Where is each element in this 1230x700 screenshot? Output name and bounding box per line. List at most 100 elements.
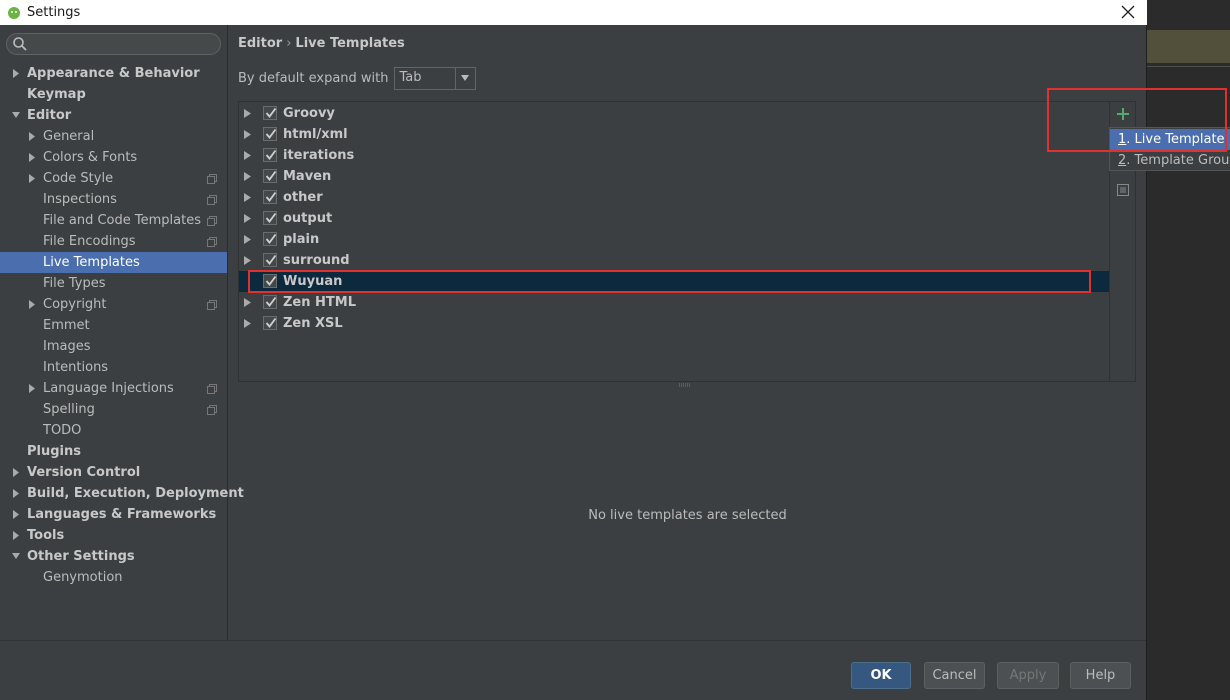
sidebar-item[interactable]: Inspections [0, 189, 227, 210]
sidebar-item[interactable]: TODO [0, 420, 227, 441]
template-group-checkbox[interactable] [263, 316, 277, 330]
template-group-checkbox[interactable] [263, 106, 277, 120]
expand-with-dropdown[interactable]: Tab [393, 66, 476, 90]
template-group-checkbox[interactable] [263, 190, 277, 204]
sidebar-item[interactable]: Code Style [0, 168, 227, 189]
menu-item-template-group[interactable]: 2. Template Group... [1110, 150, 1230, 171]
template-group-row[interactable]: Groovy [239, 103, 1110, 124]
sidebar-item-label: Editor [27, 108, 72, 123]
sidebar-item[interactable]: Emmet [0, 315, 227, 336]
cancel-button[interactable]: Cancel [924, 662, 985, 689]
chevron-right-icon[interactable] [243, 297, 253, 308]
project-scope-icon [207, 405, 217, 415]
template-group-checkbox[interactable] [263, 274, 277, 288]
template-group-label: iterations [283, 148, 355, 163]
sidebar-item[interactable]: Intentions [0, 357, 227, 378]
chevron-right-icon[interactable] [27, 168, 37, 189]
chevron-right-icon[interactable] [243, 192, 253, 203]
template-group-checkbox[interactable] [263, 232, 277, 246]
template-group-row[interactable]: Zen HTML [239, 292, 1110, 313]
chevron-right-icon[interactable] [243, 318, 253, 329]
sidebar-item[interactable]: Copyright [0, 294, 227, 315]
chevron-right-icon[interactable] [27, 147, 37, 168]
chevron-down-icon[interactable] [454, 67, 475, 89]
chevron-right-icon[interactable] [243, 213, 253, 224]
add-icon[interactable] [1115, 106, 1131, 122]
chevron-right-icon[interactable] [243, 108, 253, 119]
template-group-row[interactable]: Wuyuan [239, 271, 1110, 292]
sidebar-item[interactable]: Other Settings [0, 546, 227, 567]
breadcrumb-parent: Editor [238, 36, 283, 51]
sidebar-item[interactable]: Language Injections [0, 378, 227, 399]
apply-button[interactable]: Apply [997, 662, 1059, 689]
template-group-checkbox[interactable] [263, 253, 277, 267]
template-group-label: surround [283, 253, 350, 268]
template-group-row[interactable]: output [239, 208, 1110, 229]
template-group-row[interactable]: iterations [239, 145, 1110, 166]
sidebar-item[interactable]: File Types [0, 273, 227, 294]
project-scope-icon [207, 384, 217, 394]
template-group-row[interactable]: surround [239, 250, 1110, 271]
sidebar-item[interactable]: Images [0, 336, 227, 357]
sidebar-item[interactable]: Colors & Fonts [0, 147, 227, 168]
template-group-row[interactable]: plain [239, 229, 1110, 250]
sidebar-item[interactable]: Live Templates [0, 252, 227, 273]
template-group-row[interactable]: html/xml [239, 124, 1110, 145]
splitter-handle[interactable] [678, 382, 692, 388]
template-group-checkbox[interactable] [263, 148, 277, 162]
chevron-right-icon[interactable] [11, 462, 21, 483]
sidebar-item-label: File and Code Templates [43, 213, 201, 228]
sidebar-item[interactable]: Appearance & Behavior [0, 63, 227, 84]
template-group-row[interactable]: Maven [239, 166, 1110, 187]
sidebar-item[interactable]: Version Control [0, 462, 227, 483]
sidebar-item-label: Keymap [27, 87, 86, 102]
menu-item-live-template[interactable]: 1. Live Template [1110, 129, 1230, 150]
live-templates-page: Editor › Live Templates By default expand … [229, 25, 1146, 640]
chevron-right-icon[interactable] [243, 129, 253, 140]
expand-with-row: By default expand with Tab [238, 66, 476, 90]
sidebar-item[interactable]: Spelling [0, 399, 227, 420]
checkmark-icon [265, 317, 277, 328]
sidebar-item[interactable]: Languages & Frameworks [0, 504, 227, 525]
sidebar-item[interactable]: Plugins [0, 441, 227, 462]
help-button[interactable]: Help [1070, 662, 1131, 689]
template-group-checkbox[interactable] [263, 169, 277, 183]
chevron-down-icon[interactable] [11, 105, 21, 126]
template-group-label: Groovy [283, 106, 335, 121]
sidebar-item-label: Build, Execution, Deployment [27, 486, 244, 501]
checkmark-icon [265, 254, 277, 265]
copy-icon[interactable] [1117, 184, 1129, 196]
sidebar-item[interactable]: Build, Execution, Deployment [0, 483, 244, 504]
chevron-right-icon[interactable] [243, 255, 253, 266]
close-icon[interactable] [1117, 1, 1139, 23]
sidebar-item[interactable]: Tools [0, 525, 227, 546]
chevron-right-icon[interactable] [11, 483, 21, 504]
chevron-right-icon[interactable] [27, 126, 37, 147]
sidebar-item-label: Version Control [27, 465, 141, 480]
sidebar-item[interactable]: File Encodings [0, 231, 227, 252]
search-input[interactable] [6, 33, 221, 55]
chevron-right-icon[interactable] [27, 294, 37, 315]
sidebar-item[interactable]: Keymap [0, 84, 227, 105]
chevron-right-icon[interactable] [243, 150, 253, 161]
template-group-checkbox[interactable] [263, 127, 277, 141]
template-group-checkbox[interactable] [263, 295, 277, 309]
sidebar-item[interactable]: File and Code Templates [0, 210, 227, 231]
chevron-right-icon[interactable] [11, 63, 21, 84]
chevron-right-icon[interactable] [243, 234, 253, 245]
chevron-right-icon[interactable] [11, 504, 21, 525]
chevron-right-icon[interactable] [11, 525, 21, 546]
chevron-down-icon[interactable] [11, 546, 21, 567]
chevron-right-icon[interactable] [243, 171, 253, 182]
sidebar-item-label: Appearance & Behavior [27, 66, 200, 81]
template-group-row[interactable]: Zen XSL [239, 313, 1110, 334]
sidebar-item-label: Tools [27, 528, 65, 543]
template-group-checkbox[interactable] [263, 211, 277, 225]
menu-item-label: . Live Template [1126, 132, 1225, 147]
sidebar-item[interactable]: Editor [0, 105, 227, 126]
chevron-right-icon[interactable] [27, 378, 37, 399]
template-group-row[interactable]: other [239, 187, 1110, 208]
sidebar-item[interactable]: General [0, 126, 227, 147]
ok-button[interactable]: OK [851, 662, 911, 689]
sidebar-item[interactable]: Genymotion [0, 567, 227, 588]
